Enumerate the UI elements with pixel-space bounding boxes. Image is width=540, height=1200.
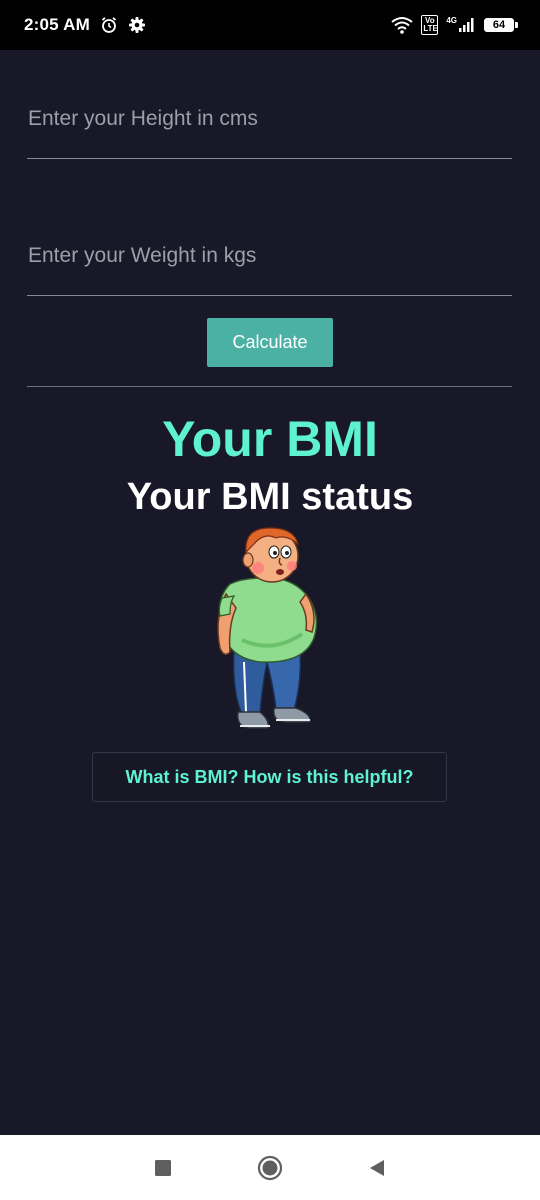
overweight-man-illustration xyxy=(212,522,324,734)
network-type: 4G xyxy=(446,16,457,25)
status-bar: 2:05 AM Vo LTE 4G 64 xyxy=(0,0,540,50)
home-icon[interactable] xyxy=(250,1148,290,1188)
navigation-bar xyxy=(0,1135,540,1200)
bmi-calculator-screen: 2:05 AM Vo LTE 4G 64 Enter your Height i… xyxy=(0,0,540,1200)
signal-icon xyxy=(458,17,476,33)
volte-badge: Vo LTE xyxy=(421,15,439,35)
weight-field xyxy=(27,237,512,296)
network-indicator: 4G xyxy=(446,17,476,33)
gear-icon xyxy=(128,16,146,34)
bmi-value: Your BMI xyxy=(162,411,378,467)
height-input[interactable] xyxy=(27,100,512,138)
alarm-icon xyxy=(100,16,118,34)
status-right: Vo LTE 4G 64 xyxy=(391,15,518,35)
what-is-bmi-button[interactable]: What is BMI? How is this helpful? xyxy=(92,752,447,802)
height-field xyxy=(27,100,512,159)
battery-icon: 64 xyxy=(484,18,518,32)
wifi-icon xyxy=(391,16,413,34)
status-time: 2:05 AM xyxy=(24,15,90,34)
weight-input[interactable] xyxy=(27,237,512,275)
calculate-button[interactable]: Calculate xyxy=(207,318,333,367)
battery-level: 64 xyxy=(492,19,506,31)
bmi-status: Your BMI status xyxy=(126,476,414,518)
battery-tip xyxy=(515,22,518,28)
battery-body: 64 xyxy=(484,18,514,32)
recents-icon[interactable] xyxy=(143,1148,183,1188)
divider xyxy=(27,386,512,387)
status-left: 2:05 AM xyxy=(24,15,146,35)
back-icon[interactable] xyxy=(357,1148,397,1188)
